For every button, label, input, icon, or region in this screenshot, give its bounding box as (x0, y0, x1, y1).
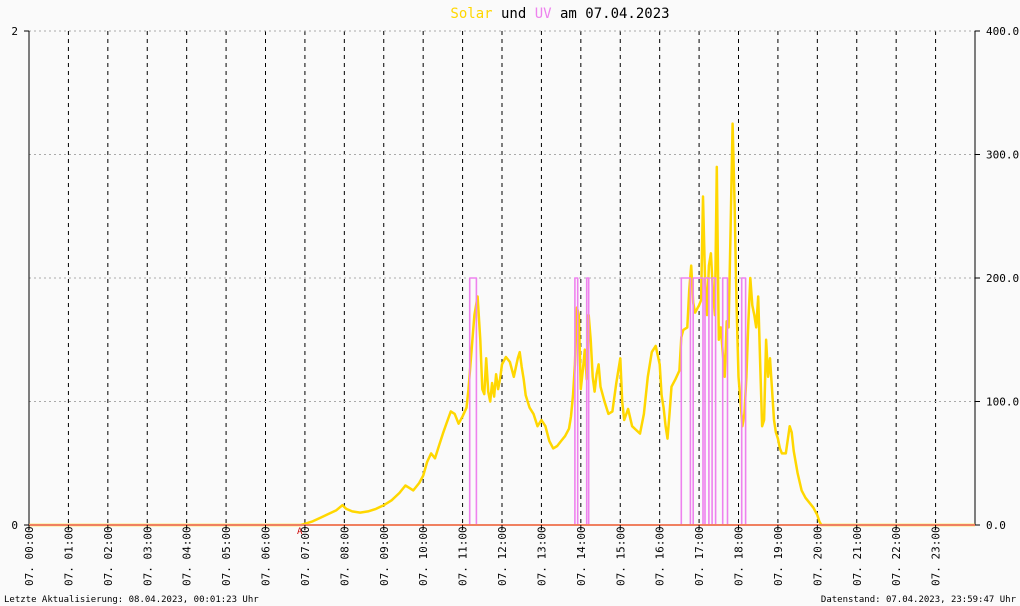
title-part: Solar (450, 6, 492, 22)
x-tick-label: 07. 05:00 (220, 526, 233, 586)
y-right-tick-label: 400.0 (986, 25, 1019, 38)
x-tick-label: 07. 18:00 (733, 526, 746, 586)
x-tick-label: 07. 06:00 (260, 526, 273, 586)
y-right-tick-label: 100.0 (986, 396, 1019, 409)
x-tick-label: 07. 00:00 (23, 526, 36, 586)
x-tick-label: 07. 15:00 (614, 526, 627, 586)
x-tick-label: 07. 19:00 (772, 526, 785, 586)
footer-data-status: Datenstand: 07.04.2023, 23:59:47 Uhr (821, 595, 1017, 605)
x-tick-label: 07. 13:00 (535, 526, 548, 586)
x-tick-label: 07. 10:00 (417, 526, 430, 586)
x-tick-label: 07. 03:00 (141, 526, 154, 586)
x-tick-label: 07. 09:00 (378, 526, 391, 586)
x-tick-label: 07. 14:00 (575, 526, 588, 586)
x-tick-label: 07. 08:00 (338, 526, 351, 586)
x-tick-label: 07. 22:00 (890, 526, 903, 586)
marker-label: A (297, 527, 303, 537)
x-tick-label: 07. 02:00 (102, 526, 115, 586)
chart: Solar und UV am 07.04.2023 0 2 0.0 100.0 200… (0, 0, 1020, 606)
y-left-tick-label: 2 (11, 25, 18, 38)
x-tick-label: 07. 21:00 (851, 526, 864, 586)
footer-last-update: Letzte Aktualisierung: 08.04.2023, 00:01… (4, 595, 259, 605)
y-left-tick-label: 0 (11, 519, 18, 532)
x-tick-label: 07. 12:00 (496, 526, 509, 586)
y-right-tick-label: 300.0 (986, 149, 1019, 162)
y-right-tick-label: 200.0 (986, 272, 1019, 285)
title-part: und (493, 6, 535, 22)
x-tick-label: 07. 17:00 (693, 526, 706, 586)
x-tick-label: 07. 01:00 (62, 526, 75, 586)
title-part: am 07.04.2023 (552, 6, 670, 22)
chart-background (0, 0, 1020, 606)
chart-title: Solar und UV am 07.04.2023 (450, 6, 669, 22)
x-tick-label: 07. 11:00 (457, 526, 470, 586)
x-tick-label: 07. 04:00 (181, 526, 194, 586)
title-part: UV (535, 6, 552, 22)
y-right-tick-label: 0.0 (986, 519, 1006, 532)
x-tick-label: 07. 23:00 (930, 526, 943, 586)
x-tick-label: 07. 20:00 (811, 526, 824, 586)
x-tick-label: 07. 16:00 (654, 526, 667, 586)
